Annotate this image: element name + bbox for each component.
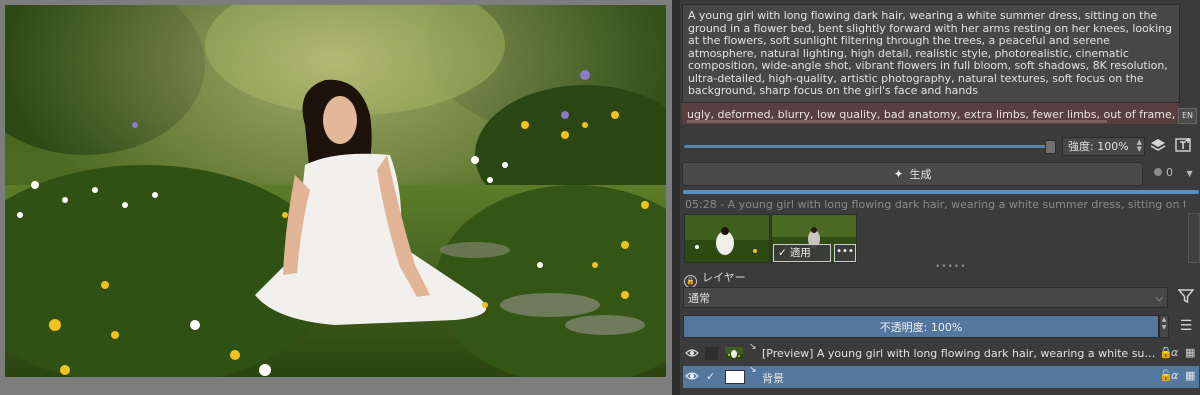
- checkmark-icon[interactable]: ✓: [706, 370, 718, 383]
- queue-status-icon: [1154, 168, 1162, 176]
- magic-wand-icon: ✦: [893, 167, 904, 181]
- positive-prompt-field[interactable]: A young girl with long flowing dark hair…: [682, 4, 1180, 103]
- spin-arrows-icon[interactable]: ▲ ▼: [1137, 139, 1142, 153]
- generate-label: 生成: [909, 168, 932, 181]
- queue-count: 0: [1166, 166, 1173, 179]
- blend-mode-select[interactable]: 通常 ⌵: [683, 287, 1168, 308]
- blend-mode-value: 通常: [688, 292, 710, 305]
- language-badge[interactable]: EN: [1178, 108, 1197, 124]
- link-arrow-icon: ↘: [749, 365, 757, 375]
- menu-icon[interactable]: ☰: [1176, 317, 1196, 335]
- layer-name: [Preview] A young girl with long flowing…: [762, 347, 1157, 360]
- chevron-down-icon: ⌵: [1155, 293, 1163, 304]
- history-scrollbar[interactable]: [1188, 213, 1200, 263]
- strength-slider-track[interactable]: [684, 145, 1050, 148]
- image-canvas[interactable]: [0, 0, 672, 395]
- eye-icon[interactable]: [685, 346, 699, 360]
- layer-row-preview[interactable]: ↘ [Preview] A young girl with long flowi…: [683, 342, 1199, 365]
- history-thumbnail-1[interactable]: [684, 214, 770, 263]
- splitter-grip-icon[interactable]: •••••: [935, 262, 967, 272]
- inherit-alpha-icon[interactable]: ▦: [1185, 369, 1195, 382]
- chevron-down-icon[interactable]: ▼: [1187, 169, 1193, 178]
- eye-icon[interactable]: [685, 369, 699, 383]
- layer-checkbox[interactable]: [705, 347, 718, 360]
- panel-divider[interactable]: [672, 0, 680, 395]
- link-arrow-icon: ↘: [749, 342, 757, 352]
- alpha-icon[interactable]: α: [1171, 346, 1178, 359]
- apply-button[interactable]: ✓ 適用: [773, 244, 831, 262]
- opacity-slider[interactable]: 不透明度: 100%: [683, 315, 1159, 338]
- text-add-icon[interactable]: [1174, 137, 1194, 155]
- layer-name: 背景: [762, 372, 784, 385]
- layer-thumbnail: [725, 370, 745, 384]
- queue-indicator[interactable]: 0 ▼: [1154, 166, 1198, 182]
- history-entry-title: 05:28 - A young girl with long flowing d…: [685, 198, 1185, 211]
- inherit-alpha-icon[interactable]: ▦: [1185, 346, 1195, 359]
- layers-stack-icon[interactable]: [1148, 137, 1168, 155]
- layers-title: レイヤー: [702, 271, 746, 284]
- progress-bar: [683, 190, 1199, 194]
- apply-label: 適用: [789, 247, 811, 259]
- strength-spinbox[interactable]: 強度: 100% ▲ ▼: [1062, 137, 1145, 156]
- layer-thumbnail: [725, 347, 743, 359]
- layer-row-background[interactable]: ✓ ↘ 背景 🔓 α ▦: [683, 365, 1199, 388]
- negative-prompt-field[interactable]: ugly, deformed, blurry, low quality, bad…: [682, 103, 1178, 124]
- layers-header: 🔒 レイヤー: [684, 269, 746, 288]
- positive-prompt-text: A young girl with long flowing dark hair…: [688, 9, 1172, 97]
- more-options-button[interactable]: •••: [834, 244, 856, 262]
- checkmark-icon: ✓: [778, 247, 787, 259]
- ai-diffusion-docker: A young girl with long flowing dark hair…: [680, 0, 1200, 395]
- negative-prompt-overflow-line: [687, 120, 1107, 123]
- opacity-label: 不透明度: 100%: [879, 321, 963, 334]
- strength-slider-handle[interactable]: [1045, 140, 1056, 154]
- strength-value: 強度: 100%: [1068, 140, 1129, 153]
- generated-photo: [5, 5, 666, 377]
- opacity-spin-arrows-icon[interactable]: ▲ ▼: [1159, 315, 1169, 338]
- generate-button[interactable]: ✦ 生成: [682, 162, 1143, 186]
- filter-icon[interactable]: [1176, 288, 1196, 306]
- alpha-icon[interactable]: α: [1171, 369, 1178, 382]
